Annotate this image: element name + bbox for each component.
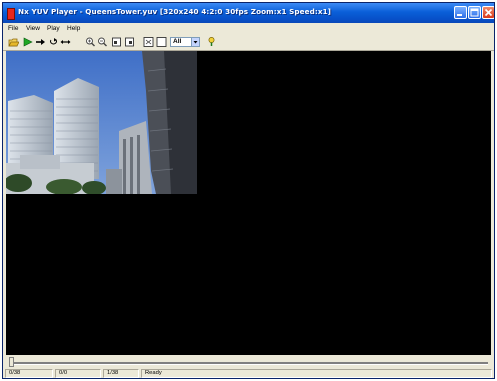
seek-track[interactable]	[9, 362, 488, 365]
zoom-in-button[interactable]	[85, 36, 96, 48]
bounce-icon	[60, 40, 71, 44]
status-text: Ready	[141, 369, 492, 378]
menu-file[interactable]: File	[8, 24, 18, 34]
seek-bar[interactable]	[3, 355, 494, 369]
zoom-out-icon	[98, 37, 107, 47]
component-select-value: All	[173, 38, 182, 45]
app-icon[interactable]	[7, 8, 15, 20]
step-forward-icon	[36, 39, 45, 45]
loop-icon	[50, 38, 57, 45]
component-select[interactable]: All	[170, 37, 200, 47]
menu-help[interactable]: Help	[67, 24, 80, 34]
frame-forward-icon	[125, 37, 134, 47]
minimize-icon	[457, 14, 462, 16]
help-icon	[208, 37, 215, 46]
minimize-button[interactable]	[454, 6, 467, 19]
chevron-down-icon[interactable]	[191, 38, 199, 46]
seek-thumb[interactable]	[9, 357, 14, 367]
fullscreen-button[interactable]	[156, 36, 167, 48]
help-button[interactable]	[206, 36, 217, 48]
video-viewport[interactable]	[6, 51, 491, 355]
play-icon	[23, 37, 33, 47]
close-icon	[484, 8, 493, 17]
status-page: 1/38	[103, 369, 139, 378]
window-title: Nx YUV Player - QueensTower.yuv [320x240…	[18, 7, 332, 16]
toolbar: All	[3, 35, 494, 51]
app-window: Nx YUV Player - QueensTower.yuv [320x240…	[2, 2, 495, 379]
frame-back-button[interactable]	[111, 36, 122, 48]
zoom-in-icon	[86, 37, 95, 47]
menu-view[interactable]: View	[26, 24, 40, 34]
fit-icon	[143, 37, 154, 47]
maximize-button[interactable]	[468, 6, 481, 19]
status-index: 0/0	[55, 369, 101, 378]
bounce-button[interactable]	[60, 36, 71, 48]
title-bar[interactable]: Nx YUV Player - QueensTower.yuv [320x240…	[3, 3, 494, 23]
status-bar: 0/38 0/0 1/38 Ready	[3, 369, 494, 378]
status-frame: 0/38	[5, 369, 53, 378]
frame-back-icon	[112, 37, 121, 47]
menu-play[interactable]: Play	[47, 24, 60, 34]
step-forward-button[interactable]	[35, 36, 46, 48]
frame-forward-button[interactable]	[124, 36, 135, 48]
fit-button[interactable]	[143, 36, 154, 48]
maximize-icon	[470, 8, 479, 17]
video-frame-image	[6, 51, 197, 194]
close-button[interactable]	[482, 6, 494, 19]
open-icon	[8, 38, 19, 47]
fullscreen-icon	[156, 37, 167, 47]
loop-button[interactable]	[48, 36, 59, 48]
menu-bar: File View Play Help	[3, 23, 494, 35]
zoom-out-button[interactable]	[97, 36, 108, 48]
play-button[interactable]	[22, 36, 33, 48]
video-frame	[6, 51, 197, 194]
open-button[interactable]	[8, 36, 19, 48]
